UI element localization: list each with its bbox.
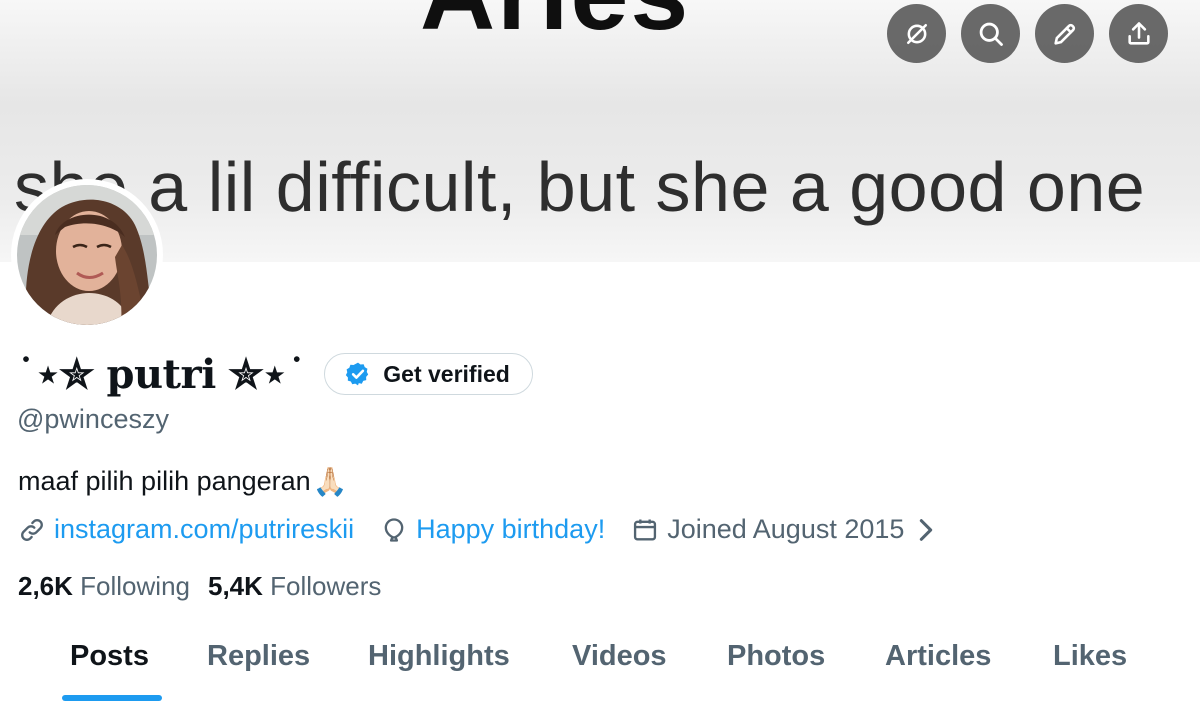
birthday-item[interactable]: Happy birthday! bbox=[380, 514, 605, 545]
link-icon bbox=[21, 518, 43, 541]
tab-photos[interactable]: Photos bbox=[727, 640, 825, 673]
bio: maaf pilih pilih pangeran 🙏🏻 bbox=[18, 466, 348, 497]
follow-stats: 2,6K Following 5,4K Followers bbox=[18, 571, 399, 602]
verified-badge-icon bbox=[346, 362, 369, 386]
website-link-text[interactable]: instagram.com/putrireskii bbox=[54, 514, 354, 545]
tab-likes[interactable]: Likes bbox=[1053, 640, 1127, 673]
following-label: Following bbox=[80, 571, 190, 601]
search-button[interactable] bbox=[961, 4, 1020, 63]
top-action-bar bbox=[887, 4, 1168, 63]
avatar bbox=[17, 185, 157, 325]
tab-replies[interactable]: Replies bbox=[207, 640, 310, 673]
user-handle: @pwinceszy bbox=[17, 404, 169, 434]
joined-date[interactable]: Joined August 2015 bbox=[631, 514, 948, 545]
banner-quote-text: she a lil difficult, but she a good one bbox=[14, 148, 1146, 226]
joined-text: Joined August 2015 bbox=[667, 514, 905, 544]
tab-highlights[interactable]: Highlights bbox=[368, 640, 510, 673]
profile-tabs: Posts Replies Highlights Videos Photos A… bbox=[0, 622, 1200, 701]
praying-hands-emoji: 🙏🏻 bbox=[312, 465, 348, 497]
tab-posts[interactable]: Posts bbox=[70, 640, 149, 673]
search-icon bbox=[979, 22, 1003, 46]
calendar-icon bbox=[634, 519, 657, 540]
birthday-text[interactable]: Happy birthday! bbox=[416, 514, 605, 545]
bio-text: maaf pilih pilih pangeran bbox=[18, 466, 311, 496]
followers-label: Followers bbox=[270, 571, 382, 601]
display-name: ˙⋆✮ putri ✮⋆˙ bbox=[16, 350, 307, 398]
following-count: 2,6K bbox=[18, 571, 73, 601]
hide-icon bbox=[906, 23, 927, 44]
edit-button[interactable] bbox=[1035, 4, 1094, 63]
avatar-frame[interactable] bbox=[11, 179, 163, 331]
get-verified-button[interactable]: Get verified bbox=[324, 353, 533, 395]
banner-title-text: Aries bbox=[420, 0, 690, 46]
followers-stat[interactable]: 5,4K Followers bbox=[208, 571, 381, 602]
share-button[interactable] bbox=[1109, 4, 1168, 63]
profile-meta: instagram.com/putrireskii Happy birthday… bbox=[18, 514, 974, 545]
balloon-icon bbox=[384, 517, 404, 542]
tab-videos[interactable]: Videos bbox=[572, 640, 667, 673]
following-stat[interactable]: 2,6K Following bbox=[18, 571, 190, 602]
followers-count: 5,4K bbox=[207, 571, 263, 601]
active-tab-indicator bbox=[62, 695, 162, 701]
avatar-photo bbox=[17, 185, 157, 325]
hide-button[interactable] bbox=[887, 4, 946, 63]
get-verified-label: Get verified bbox=[383, 360, 510, 387]
tab-articles[interactable]: Articles bbox=[885, 640, 991, 673]
chevron-right-icon bbox=[920, 518, 933, 541]
edit-icon bbox=[1053, 23, 1075, 45]
name-row: ˙⋆✮ putri ✮⋆˙ Get verified bbox=[16, 344, 533, 404]
website-link[interactable]: instagram.com/putrireskii bbox=[18, 514, 354, 545]
share-icon bbox=[1127, 21, 1150, 45]
